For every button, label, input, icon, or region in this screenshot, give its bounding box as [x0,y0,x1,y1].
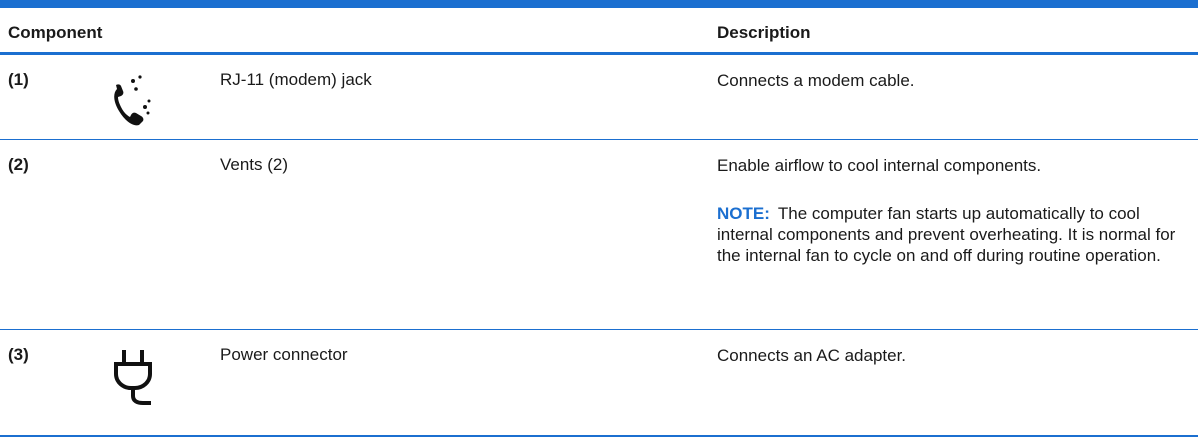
phone-icon [103,67,163,129]
note: NOTE: The computer fan starts up automati… [717,203,1187,266]
component-description: Enable airflow to cool internal componen… [717,156,1042,175]
header-description: Description [717,23,811,42]
component-description: Connects an AC adapter. [717,346,907,365]
power-plug-icon [103,346,163,408]
table-header: Component Description [0,0,1198,55]
component-name: Power connector [220,345,348,364]
component-name: Vents (2) [220,155,289,174]
component-name: RJ-11 (modem) jack [220,70,372,89]
table-row: (2) Vents (2) Enable airflow to cool int… [0,140,1198,330]
note-text: The computer fan starts up automatically… [717,204,1176,265]
row-number: (2) [8,155,29,174]
component-description: Connects a modem cable. [717,71,915,90]
row-number: (1) [8,70,29,89]
table-row: (3) Power connector Connects an AC adapt… [0,330,1198,437]
row-number: (3) [8,345,29,364]
note-label: NOTE: [717,204,770,223]
table-row: (1) RJ-11 (modem) jack Connects a modem … [0,55,1198,140]
components-table: Component Description (1) RJ-11 (modem) … [0,0,1198,437]
header-component: Component [8,23,103,42]
